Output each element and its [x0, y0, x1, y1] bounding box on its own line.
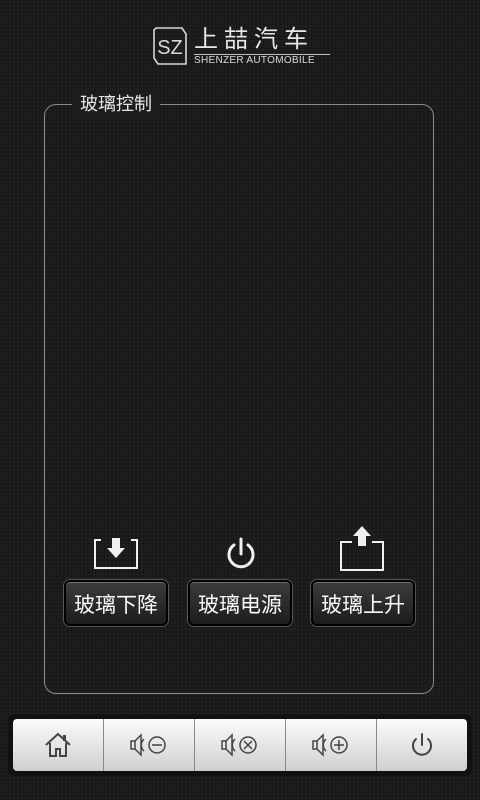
- svg-text:SZ: SZ: [157, 37, 183, 59]
- window-down-button[interactable]: 玻璃下降: [64, 580, 168, 626]
- volume-off-button[interactable]: [195, 719, 286, 771]
- volume-off-icon: [221, 733, 257, 757]
- brand-mark-icon: SZ: [153, 27, 187, 65]
- window-power-button[interactable]: 玻璃电源: [188, 580, 292, 626]
- bottom-toolbar: [8, 714, 472, 776]
- window-down-icon: [94, 538, 138, 569]
- window-up-button[interactable]: 玻璃上升: [311, 580, 415, 626]
- power-button[interactable]: [377, 719, 467, 771]
- brand-logo: SZ 上喆汽车 SHENZER AUTOMOBILE: [152, 24, 332, 72]
- window-up-icon: [340, 526, 384, 571]
- home-icon: [45, 732, 71, 757]
- volume-mute-button[interactable]: [104, 719, 195, 771]
- power-icon: [227, 537, 255, 569]
- volume-mute-icon: [130, 733, 166, 757]
- brand-name-cn: 上喆汽车: [194, 26, 314, 53]
- volume-up-button[interactable]: [286, 719, 377, 771]
- volume-up-icon: [312, 733, 348, 757]
- panel-title: 玻璃控制: [72, 93, 160, 117]
- brand-name-en: SHENZER AUTOMOBILE: [194, 55, 315, 66]
- power-icon: [412, 733, 432, 756]
- home-button[interactable]: [13, 719, 104, 771]
